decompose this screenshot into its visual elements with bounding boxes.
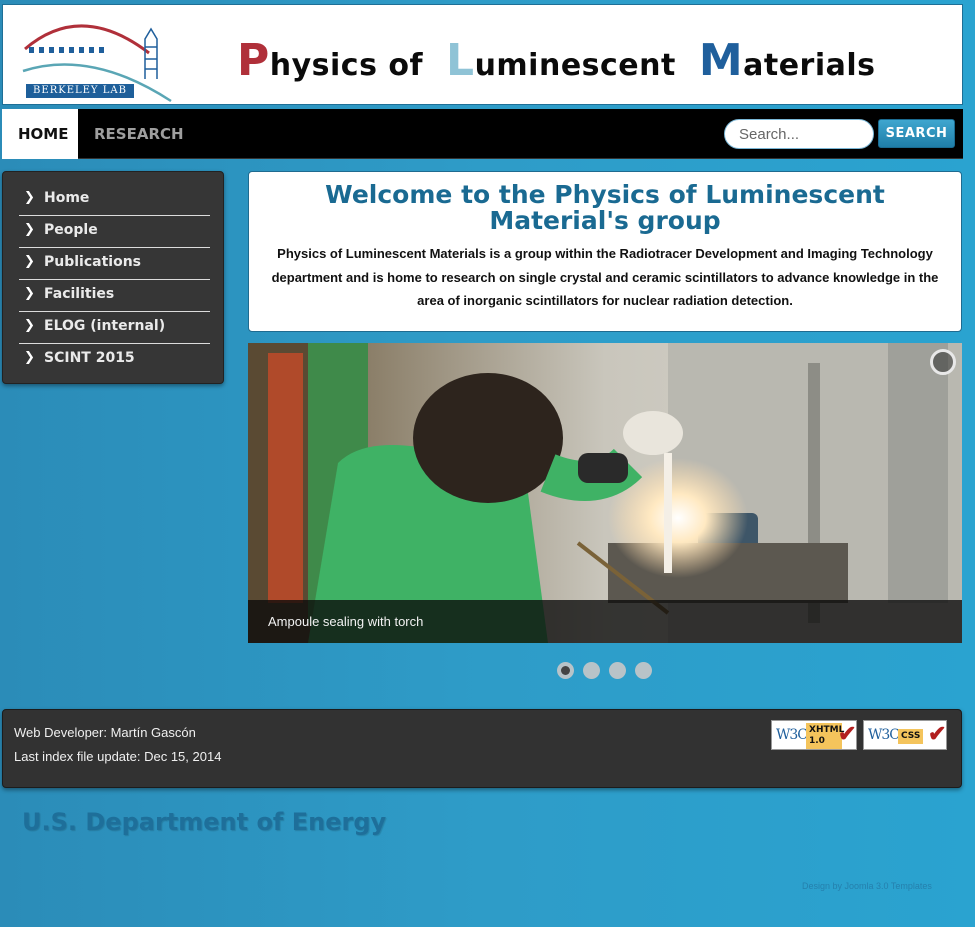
sidebar-item-label: Facilities xyxy=(44,286,115,302)
site-title: Physics of Luminescent Materials xyxy=(237,35,876,86)
department-of-energy-link[interactable]: U.S. Department of Energy xyxy=(22,808,386,836)
slider-dot-4[interactable] xyxy=(635,662,652,679)
sidebar-item-home[interactable]: ❯ Home xyxy=(19,184,210,216)
template-credit-link[interactable]: Design by Joomla 3.0 Templates xyxy=(802,881,932,891)
slide-caption-bar: Ampoule sealing with torch xyxy=(248,600,962,643)
w3c-logo-text: W3C xyxy=(776,727,808,743)
sidebar-menu: ❯ Home ❯ People ❯ Publications ❯ Facilit… xyxy=(2,171,224,384)
image-slider[interactable]: Ampoule sealing with torch xyxy=(248,343,962,643)
search-button[interactable]: SEARCH xyxy=(878,119,955,148)
sidebar-item-label: Publications xyxy=(44,254,142,270)
chevron-right-icon: ❯ xyxy=(24,350,35,365)
main-navbar: HOME RESEARCH SEARCH xyxy=(2,109,963,159)
search-input[interactable] xyxy=(724,119,874,149)
chevron-right-icon: ❯ xyxy=(24,286,35,301)
last-update-text: Last index file update: Dec 15, 2014 xyxy=(14,749,222,764)
xhtml-badge-label: XHTML 1.0 xyxy=(806,723,844,749)
sidebar-item-label: Home xyxy=(44,190,90,206)
chevron-right-icon: ❯ xyxy=(24,254,35,269)
sidebar-item-facilities[interactable]: ❯ Facilities xyxy=(19,280,210,312)
logo-label: BERKELEY LAB xyxy=(26,84,134,98)
slider-play-toggle-icon[interactable] xyxy=(930,349,956,375)
sidebar-item-label: ELOG (internal) xyxy=(44,318,166,334)
chevron-right-icon: ❯ xyxy=(24,318,35,333)
sidebar-item-people[interactable]: ❯ People xyxy=(19,216,210,248)
slider-dot-1[interactable] xyxy=(557,662,574,679)
page-footer: Web Developer: Martín Gascón Last index … xyxy=(2,709,962,788)
developer-credit: Web Developer: Martín Gascón xyxy=(14,725,196,740)
chevron-right-icon: ❯ xyxy=(24,190,35,205)
site-header: BERKELEY LAB Physics of Luminescent Mate… xyxy=(2,4,963,105)
w3c-logo-text: W3C xyxy=(868,727,900,743)
slide-caption: Ampoule sealing with torch xyxy=(268,614,424,629)
w3c-css-badge[interactable]: W3C CSS ✔ xyxy=(863,720,947,750)
checkmark-icon: ✔ xyxy=(928,721,947,746)
lab-photo xyxy=(248,343,962,643)
welcome-heading: Welcome to the Physics of Luminescent Ma… xyxy=(325,180,885,235)
css-badge-label: CSS xyxy=(898,729,924,744)
title-initial-p: P xyxy=(237,35,270,86)
nav-home[interactable]: HOME xyxy=(2,109,78,159)
sidebar-item-label: People xyxy=(44,222,98,238)
berkeley-lab-logo[interactable]: BERKELEY LAB xyxy=(21,9,177,103)
title-word-luminescent: uminescent xyxy=(474,48,676,83)
sidebar-item-label: SCINT 2015 xyxy=(44,350,135,366)
title-word-materials: aterials xyxy=(743,48,876,83)
sidebar-item-publications[interactable]: ❯ Publications xyxy=(19,248,210,280)
title-initial-m: M xyxy=(698,35,744,86)
w3c-xhtml-badge[interactable]: W3C XHTML 1.0 ✔ xyxy=(771,720,857,750)
title-initial-l: L xyxy=(446,35,475,86)
slider-dot-2[interactable] xyxy=(583,662,600,679)
sidebar-item-elog[interactable]: ❯ ELOG (internal) xyxy=(19,312,210,344)
welcome-text: Physics of Luminescent Materials is a gr… xyxy=(271,246,939,308)
slider-dot-3[interactable] xyxy=(609,662,626,679)
welcome-panel: Welcome to the Physics of Luminescent Ma… xyxy=(248,171,962,332)
nav-research[interactable]: RESEARCH xyxy=(78,109,200,159)
checkmark-icon: ✔ xyxy=(838,721,857,746)
sidebar-item-scint-2015[interactable]: ❯ SCINT 2015 xyxy=(19,344,210,376)
chevron-right-icon: ❯ xyxy=(24,222,35,237)
title-word-physics: hysics of xyxy=(269,48,424,83)
